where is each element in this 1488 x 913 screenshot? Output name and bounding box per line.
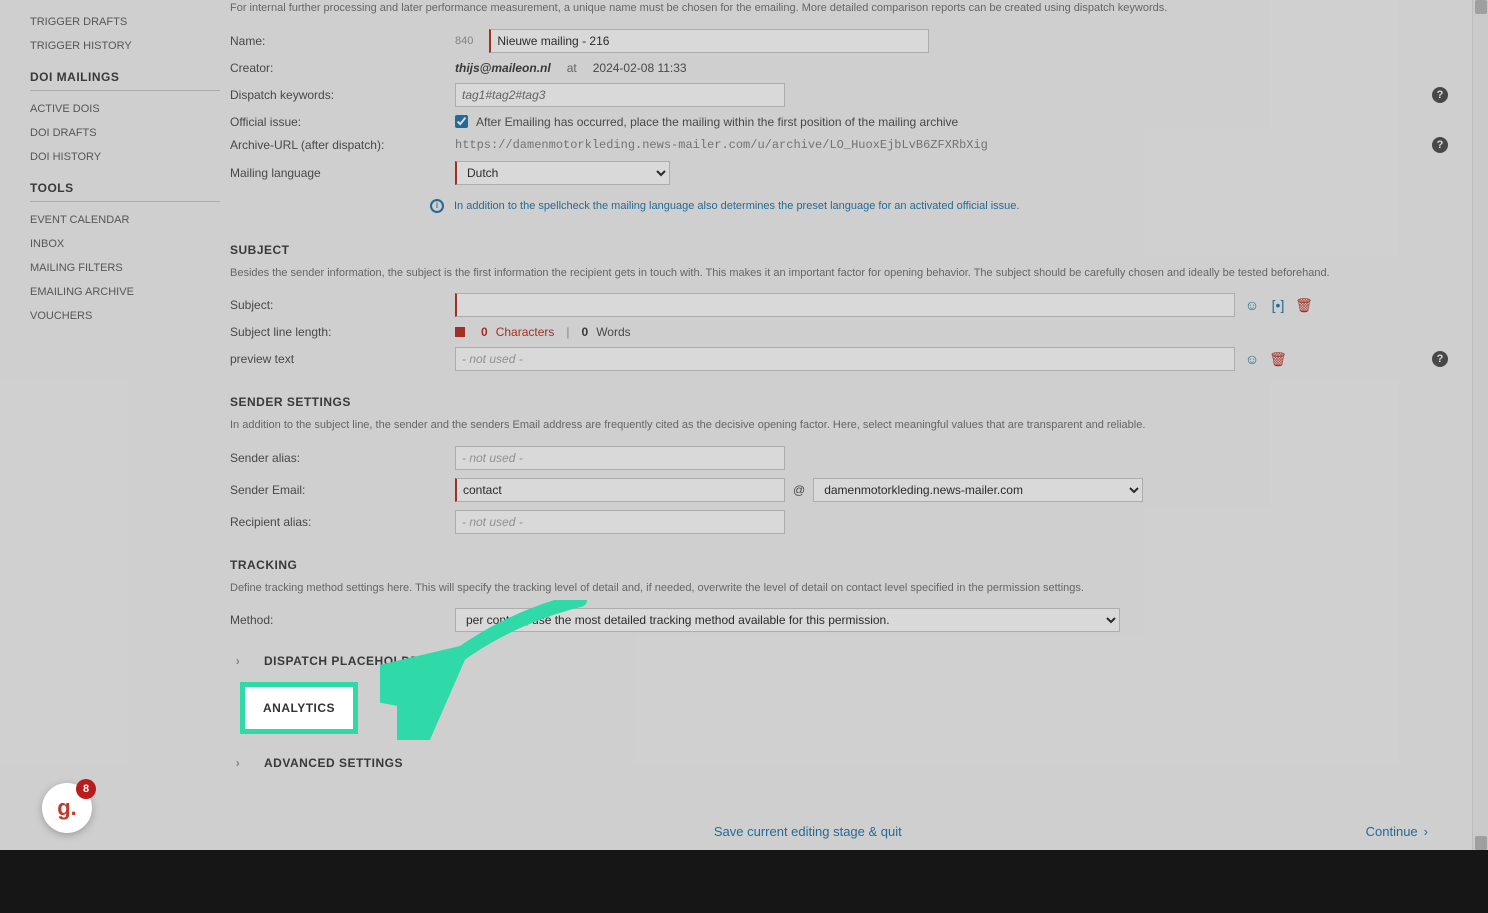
creator-at: at (567, 61, 577, 75)
subject-len-label: Subject line length: (230, 325, 455, 339)
trash-icon[interactable]: 🗑 (1269, 350, 1287, 368)
dispatch-input[interactable] (455, 83, 785, 107)
tracking-desc: Define tracking method settings here. Th… (230, 580, 1448, 597)
official-checkbox[interactable] (455, 115, 468, 128)
sidebar-item-mailing-filters[interactable]: MAILING FILTERS (30, 256, 220, 280)
sender-section-title: SENDER SETTINGS (230, 395, 1448, 409)
sidebar-item-vouchers[interactable]: VOUCHERS (30, 304, 220, 328)
sidebar-item-active-dois[interactable]: ACTIVE DOIS (30, 97, 220, 121)
name-char-counter: 840 (455, 35, 473, 47)
recipient-alias-label: Recipient alias: (230, 515, 455, 529)
recipient-alias-input[interactable]: - not used - (455, 510, 785, 534)
continue-link[interactable]: Continue › (1366, 824, 1428, 839)
accordion-advanced-settings[interactable]: › ADVANCED SETTINGS (230, 742, 1448, 784)
word-word: Words (596, 325, 630, 339)
preview-label: preview text (230, 352, 455, 366)
chevron-right-icon: › (230, 756, 246, 770)
notification-badge: 8 (76, 779, 96, 799)
save-quit-link[interactable]: Save current editing stage & quit (714, 824, 902, 839)
sender-email-label: Sender Email: (230, 483, 455, 497)
sidebar-item-emailing-archive[interactable]: EMAILING ARCHIVE (30, 280, 220, 304)
method-select[interactable]: per contact, use the most detailed track… (455, 608, 1120, 632)
accordion-dispatch-placeholders[interactable]: › DISPATCH PLACEHOLDERS (230, 640, 1448, 682)
char-word: Characters (496, 325, 555, 339)
scroll-down-button[interactable] (1475, 836, 1487, 850)
lang-label: Mailing language (230, 166, 455, 180)
creator-label: Creator: (230, 61, 455, 75)
official-text: After Emailing has occurred, place the m… (476, 115, 958, 129)
subject-input[interactable] (455, 293, 1235, 317)
trash-icon[interactable]: 🗑 (1295, 296, 1313, 314)
intro-text: For internal further processing and late… (230, 0, 1448, 17)
chevron-right-icon: › (230, 654, 246, 668)
lang-select[interactable]: Dutch (455, 161, 670, 185)
sidebar-item-inbox[interactable]: INBOX (30, 232, 220, 256)
help-icon[interactable]: ? (1432, 351, 1448, 367)
help-icon[interactable]: ? (1432, 137, 1448, 153)
name-input[interactable] (489, 29, 929, 53)
archive-url: https://damenmotorkleding.news-mailer.co… (455, 138, 988, 152)
sender-desc: In addition to the subject line, the sen… (230, 417, 1448, 434)
scrollbar[interactable] (1472, 0, 1488, 850)
bottom-bar (0, 850, 1488, 913)
help-icon[interactable]: ? (1432, 87, 1448, 103)
chevron-right-icon: › (1424, 824, 1428, 839)
sidebar-section-doi: DOI MAILINGS (30, 58, 220, 91)
sender-alias-input[interactable]: - not used - (455, 446, 785, 470)
method-label: Method: (230, 613, 455, 627)
word-count: 0 (582, 325, 589, 339)
main-content: For internal further processing and late… (220, 0, 1488, 850)
emoji-icon[interactable]: ☺ (1243, 296, 1261, 314)
sidebar-item-event-calendar[interactable]: EVENT CALENDAR (30, 208, 220, 232)
sidebar-item-trigger-drafts[interactable]: TRIGGER DRAFTS (30, 10, 220, 34)
sidebar-section-tools: TOOLS (30, 169, 220, 202)
char-count: 0 (481, 325, 488, 339)
sidebar-item-trigger-history[interactable]: TRIGGER HISTORY (30, 34, 220, 58)
dispatch-label: Dispatch keywords: (230, 88, 455, 102)
at-symbol: @ (793, 483, 805, 497)
creator-timestamp: 2024-02-08 11:33 (593, 61, 687, 75)
subject-desc: Besides the sender information, the subj… (230, 265, 1448, 282)
separator: | (566, 325, 569, 339)
help-floater-button[interactable]: g. 8 (42, 783, 92, 833)
accordion-analytics-highlight[interactable]: ANALYTICS (240, 682, 358, 734)
tracking-section-title: TRACKING (230, 558, 1448, 572)
sidebar: TRIGGER DRAFTS TRIGGER HISTORY DOI MAILI… (0, 0, 220, 850)
name-label: Name: (230, 34, 455, 48)
archive-label: Archive-URL (after dispatch): (230, 138, 455, 152)
personalize-icon[interactable]: [•] (1269, 296, 1287, 314)
info-icon: i (430, 199, 444, 213)
subject-label: Subject: (230, 298, 455, 312)
emoji-icon[interactable]: ☺ (1243, 350, 1261, 368)
floater-logo-icon: g. (57, 795, 77, 821)
sender-email-input[interactable] (455, 478, 785, 502)
subject-section-title: SUBJECT (230, 243, 1448, 257)
lang-info-text: In addition to the spellcheck the mailin… (454, 200, 1019, 212)
official-label: Official issue: (230, 115, 455, 129)
warning-square-icon (455, 327, 465, 337)
scroll-up-button[interactable] (1475, 0, 1487, 14)
preview-input[interactable]: - not used - (455, 347, 1235, 371)
sender-alias-label: Sender alias: (230, 451, 455, 465)
sidebar-item-doi-history[interactable]: DOI HISTORY (30, 145, 220, 169)
creator-email: thijs@maileon.nl (455, 61, 551, 75)
sender-domain-select[interactable]: damenmotorkleding.news-mailer.com (813, 478, 1143, 502)
sidebar-item-doi-drafts[interactable]: DOI DRAFTS (30, 121, 220, 145)
